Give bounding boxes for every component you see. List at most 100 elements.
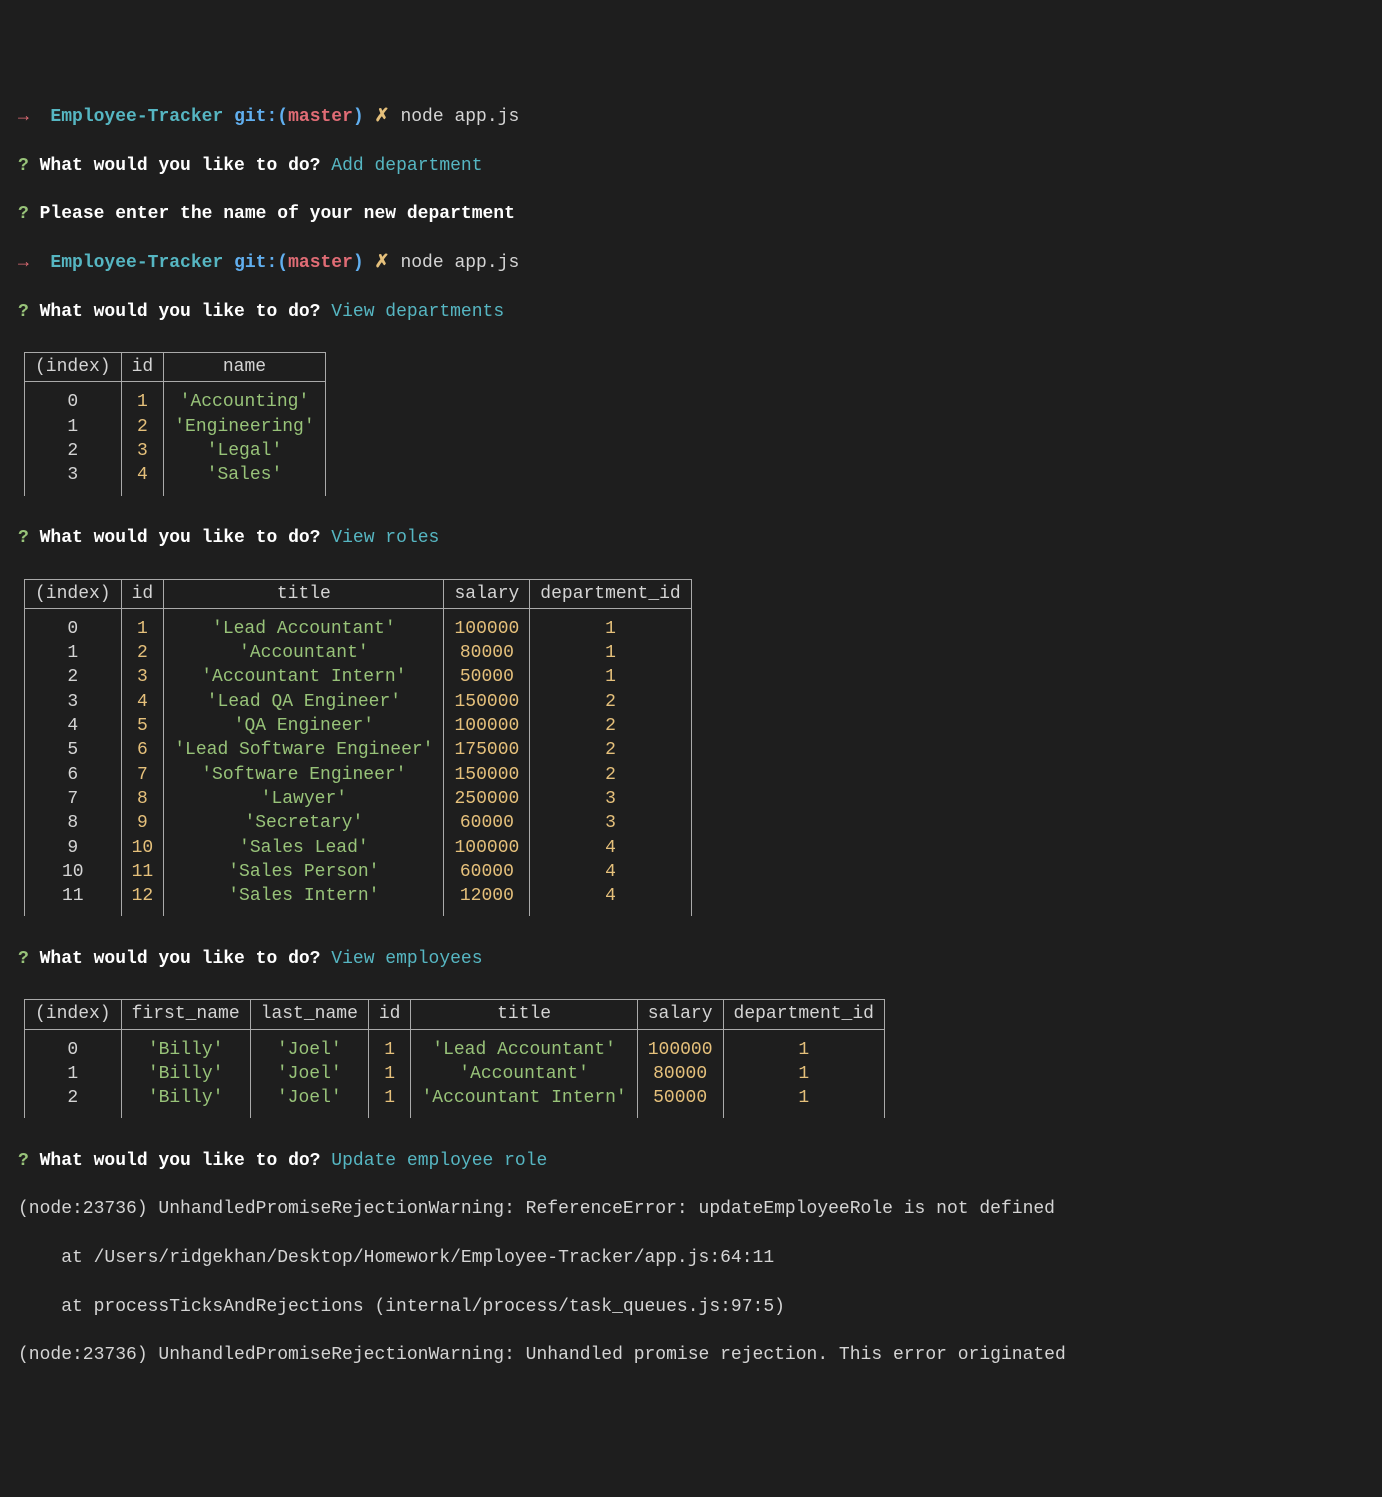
col-header-id: id — [368, 1000, 411, 1029]
answer-text: View departments — [331, 302, 504, 322]
cell-id: 3 — [121, 439, 164, 463]
table-row: 45'QA Engineer'1000002 — [25, 714, 692, 738]
question-text: Please enter the name of your new depart… — [40, 204, 515, 224]
col-header-index: (index) — [25, 353, 122, 382]
table-row: 910'Sales Lead'1000004 — [25, 836, 692, 860]
table-row: 12'Accountant'800001 — [25, 641, 692, 665]
cell-salary: 250000 — [444, 787, 530, 811]
cell-title: 'Lead Accountant' — [411, 1029, 637, 1062]
cell-index: 6 — [25, 763, 122, 787]
paren-open: ( — [277, 253, 288, 273]
cell-id: 3 — [121, 665, 164, 689]
question-line: ? What would you like to do? Add departm… — [18, 154, 1364, 178]
error-line: at /Users/ridgekhan/Desktop/Homework/Emp… — [18, 1246, 1364, 1270]
cell-title: 'Lead QA Engineer' — [164, 690, 444, 714]
cell-id: 7 — [121, 763, 164, 787]
cell-title: 'Lawyer' — [164, 787, 444, 811]
table-row: 56'Lead Software Engineer'1750002 — [25, 738, 692, 762]
paren-close: ) — [353, 253, 364, 273]
cell-salary: 80000 — [444, 641, 530, 665]
answer-text: Add department — [331, 156, 482, 176]
col-header-name: name — [164, 353, 325, 382]
question-mark-icon: ? — [18, 156, 29, 176]
table-row: 23'Legal' — [25, 439, 326, 463]
cell-dept: 1 — [530, 641, 691, 665]
cell-index: 10 — [25, 860, 122, 884]
cell-salary: 80000 — [637, 1062, 723, 1086]
table-row: 78'Lawyer'2500003 — [25, 787, 692, 811]
cell-dept: 1 — [530, 608, 691, 641]
cell-dept: 4 — [530, 860, 691, 884]
question-line: ? What would you like to do? View roles — [18, 526, 1364, 550]
cell-dept: 1 — [723, 1086, 884, 1118]
cell-id: 2 — [121, 415, 164, 439]
cell-title: 'Accountant' — [164, 641, 444, 665]
table-row: 1'Billy''Joel'1'Accountant'800001 — [25, 1062, 885, 1086]
cell-dept: 1 — [723, 1029, 884, 1062]
cell-title: 'Accountant Intern' — [411, 1086, 637, 1118]
cell-name: 'Sales' — [164, 463, 325, 495]
col-header-index: (index) — [25, 579, 122, 608]
cell-id: 1 — [368, 1086, 411, 1118]
cell-index: 2 — [25, 1086, 122, 1118]
prompt-line: → Employee-Tracker git:(master) ✗ node a… — [18, 105, 1364, 129]
table-row: 34'Lead QA Engineer'1500002 — [25, 690, 692, 714]
table-row: 1112'Sales Intern'120004 — [25, 884, 692, 916]
table-row: 34'Sales' — [25, 463, 326, 495]
cell-dept: 4 — [530, 836, 691, 860]
question-mark-icon: ? — [18, 949, 29, 969]
table-row: 01'Lead Accountant'1000001 — [25, 608, 692, 641]
question-mark-icon: ? — [18, 302, 29, 322]
cell-id: 1 — [121, 608, 164, 641]
cell-salary: 12000 — [444, 884, 530, 916]
cell-index: 3 — [25, 463, 122, 495]
cell-id: 2 — [121, 641, 164, 665]
cell-dept: 3 — [530, 787, 691, 811]
cell-id: 4 — [121, 463, 164, 495]
col-header-salary: salary — [637, 1000, 723, 1029]
col-header-salary: salary — [444, 579, 530, 608]
cell-dept: 2 — [530, 738, 691, 762]
table-row: 23'Accountant Intern'500001 — [25, 665, 692, 689]
error-line: at processTicksAndRejections (internal/p… — [18, 1295, 1364, 1319]
paren-close: ) — [353, 107, 364, 127]
cell-dept: 2 — [530, 714, 691, 738]
cell-first: 'Billy' — [121, 1086, 250, 1118]
question-text: What would you like to do? — [40, 949, 321, 969]
dirty-icon: ✗ — [375, 107, 390, 127]
cell-index: 2 — [25, 665, 122, 689]
answer-text: View roles — [331, 528, 439, 548]
cell-title: 'Sales Person' — [164, 860, 444, 884]
col-header-index: (index) — [25, 1000, 122, 1029]
question-text: What would you like to do? — [40, 302, 321, 322]
cell-id: 12 — [121, 884, 164, 916]
cell-title: 'Secretary' — [164, 811, 444, 835]
dirty-icon: ✗ — [375, 253, 390, 273]
cell-dept: 3 — [530, 811, 691, 835]
question-line: ? Please enter the name of your new depa… — [18, 202, 1364, 226]
answer-text: View employees — [331, 949, 482, 969]
cell-id: 1 — [121, 382, 164, 415]
cell-index: 1 — [25, 641, 122, 665]
command-text: node app.js — [400, 253, 519, 273]
question-mark-icon: ? — [18, 1151, 29, 1171]
paren-open: ( — [277, 107, 288, 127]
cell-index: 11 — [25, 884, 122, 916]
cell-title: 'Sales Intern' — [164, 884, 444, 916]
question-line: ? What would you like to do? Update empl… — [18, 1149, 1364, 1173]
cell-salary: 100000 — [444, 714, 530, 738]
arrow-icon: → — [18, 253, 29, 273]
question-text: What would you like to do? — [40, 1151, 321, 1171]
cell-index: 0 — [25, 1029, 122, 1062]
table-row: 67'Software Engineer'1500002 — [25, 763, 692, 787]
col-header-title: title — [411, 1000, 637, 1029]
cell-first: 'Billy' — [121, 1062, 250, 1086]
col-header-title: title — [164, 579, 444, 608]
project-name: Employee-Tracker — [50, 107, 223, 127]
cell-salary: 150000 — [444, 690, 530, 714]
cell-id: 6 — [121, 738, 164, 762]
cell-dept: 2 — [530, 763, 691, 787]
answer-text: Update employee role — [331, 1151, 547, 1171]
cell-id: 10 — [121, 836, 164, 860]
table-row: 2'Billy''Joel'1'Accountant Intern'500001 — [25, 1086, 885, 1118]
